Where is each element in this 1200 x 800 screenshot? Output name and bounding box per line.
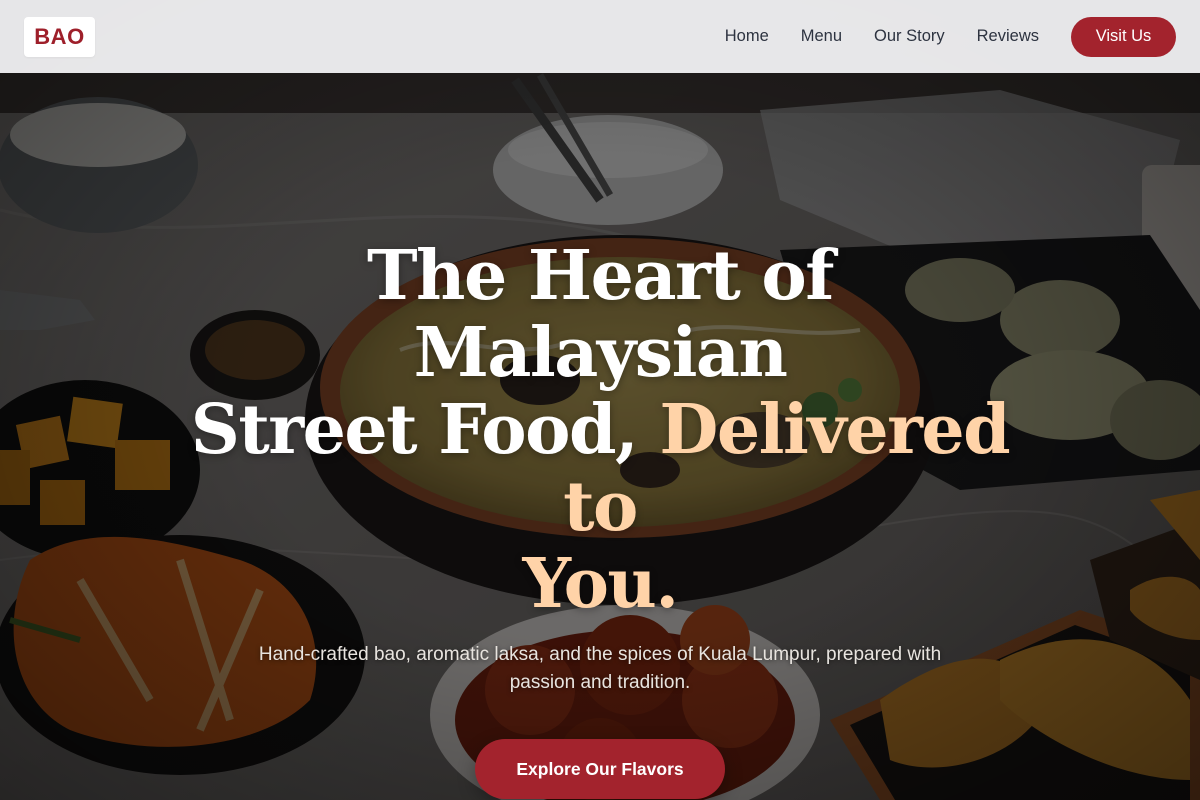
hero-subtitle: Hand-crafted bao, aromatic laksa, and th… [258, 644, 942, 693]
nav-link-our-story[interactable]: Our Story [874, 27, 945, 46]
nav-link-reviews[interactable]: Reviews [977, 27, 1039, 46]
headline-line-2: Street Food, Delivered to [170, 392, 1030, 546]
hero-headline: The Heart of Malaysian Street Food, Deli… [170, 238, 1030, 623]
nav-link-menu[interactable]: Menu [801, 27, 842, 46]
top-navbar: BAO Home Menu Our Story Reviews Visit Us [0, 0, 1200, 73]
nav-links: Home Menu Our Story Reviews [725, 27, 1039, 46]
explore-flavors-button[interactable]: Explore Our Flavors [475, 739, 725, 799]
headline-line-2-plain: Street Food, [190, 390, 660, 470]
brand-logo-text: BAO [34, 23, 85, 49]
hero-content: The Heart of Malaysian Street Food, Deli… [0, 238, 1200, 799]
headline-accent-you: You. [522, 544, 679, 624]
visit-us-button[interactable]: Visit Us [1071, 16, 1176, 57]
headline-line-1: The Heart of Malaysian [366, 236, 835, 393]
brand-logo[interactable]: BAO [24, 16, 95, 57]
nav-link-home[interactable]: Home [725, 27, 769, 46]
hero-section: BAO Home Menu Our Story Reviews Visit Us… [0, 0, 1200, 800]
nav-right: Home Menu Our Story Reviews Visit Us [725, 16, 1176, 57]
